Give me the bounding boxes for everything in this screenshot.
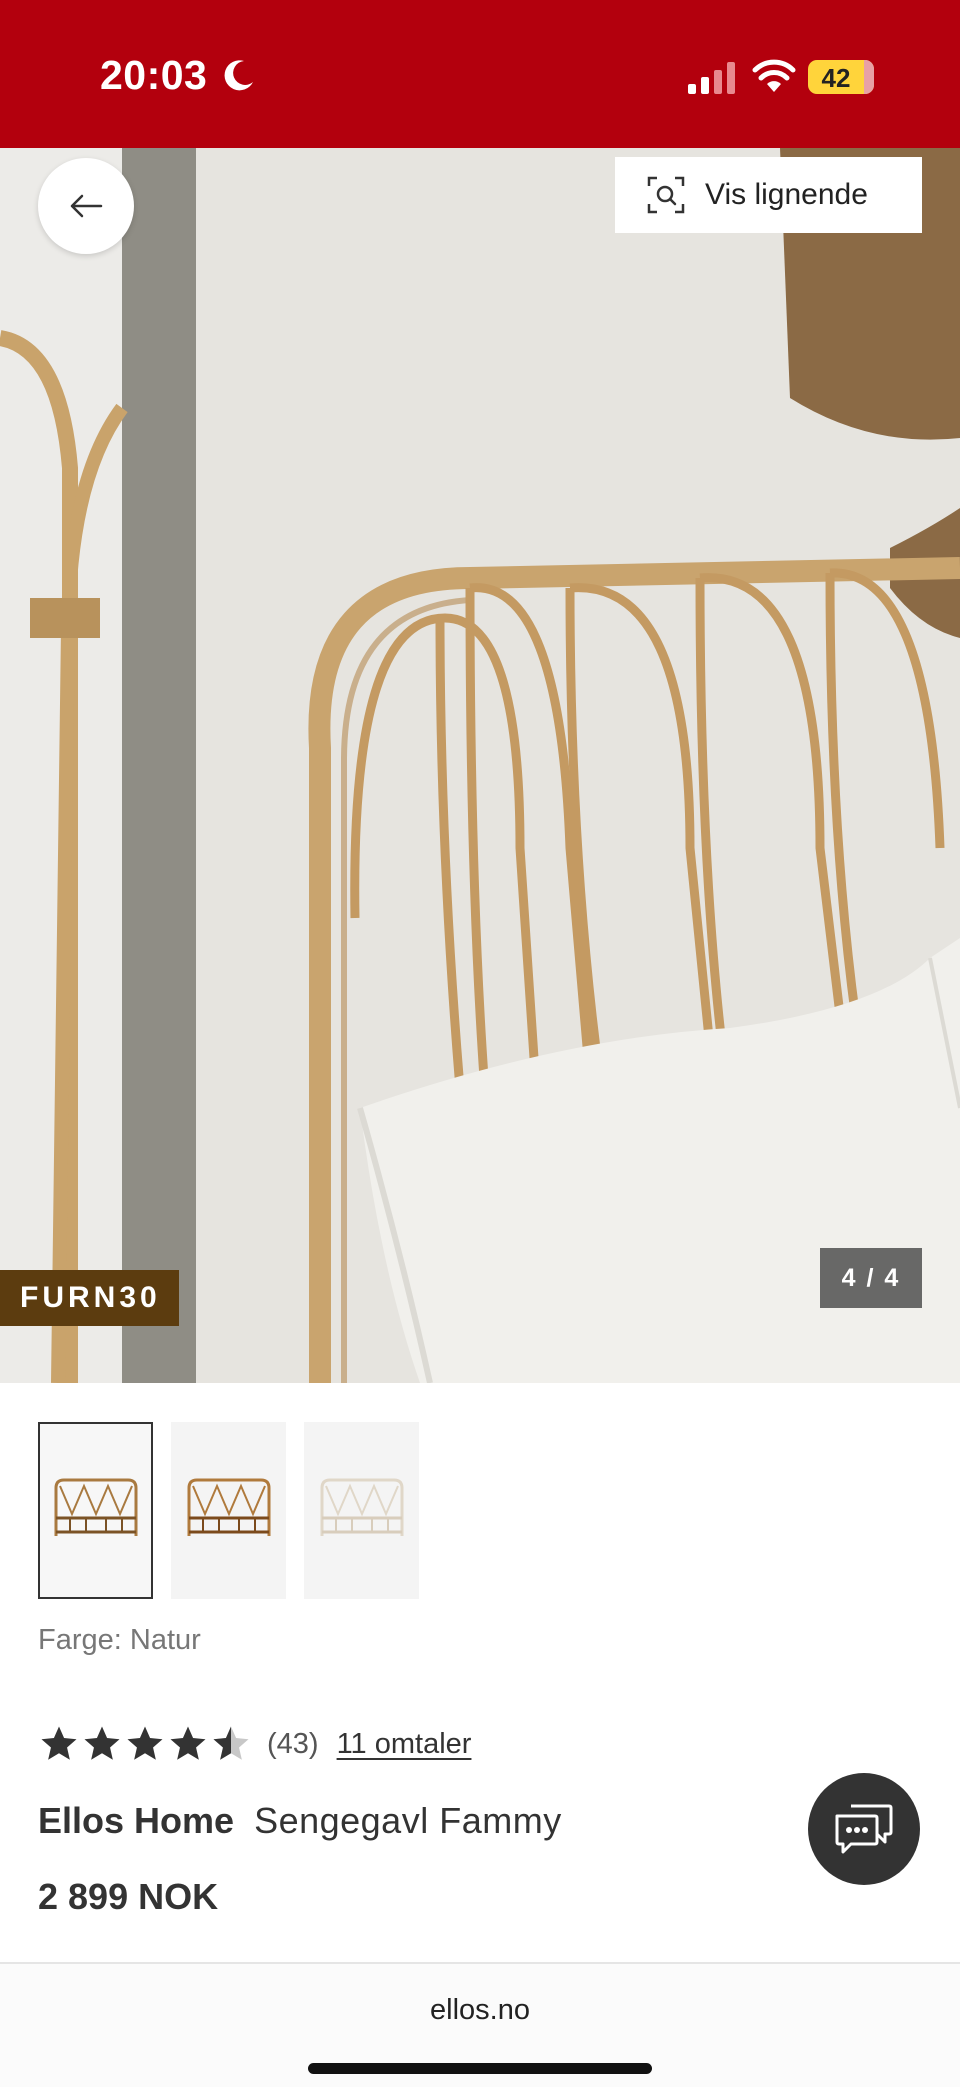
moon-icon	[224, 60, 253, 91]
chat-button[interactable]	[808, 1773, 920, 1885]
headboard-thumbnail-image	[320, 1478, 403, 1536]
browser-address-bar[interactable]: ellos.no	[0, 1962, 960, 2087]
thumbnail-strip	[38, 1422, 437, 1599]
star-icon	[41, 1726, 77, 1760]
visual-search-icon	[647, 176, 685, 214]
status-time: 20:03	[100, 52, 208, 98]
thumbnail-3[interactable]	[304, 1422, 419, 1599]
reviews-link[interactable]: 11 omtaler	[337, 1728, 472, 1761]
rating-row: (43) 11 omtaler	[38, 1722, 471, 1766]
thumbnail-2[interactable]	[171, 1422, 286, 1599]
signal-icon	[688, 62, 735, 94]
show-similar-button[interactable]: Vis lignende	[615, 157, 922, 233]
star-icon	[127, 1726, 163, 1760]
status-bar: 20:03 42	[0, 0, 960, 148]
star-icon	[84, 1726, 120, 1760]
star-rating	[38, 1723, 253, 1765]
battery-level: 42	[821, 63, 851, 93]
product-name: Sengegavl Fammy	[254, 1800, 562, 1841]
headboard-thumbnail-image	[187, 1478, 270, 1536]
headboard-thumbnail-image	[54, 1478, 137, 1536]
star-icon	[170, 1726, 206, 1760]
promo-code-label: FURN30	[20, 1281, 161, 1314]
product-image-gallery[interactable]: Vis lignende FURN30 4 / 4	[0, 148, 960, 1383]
product-photo	[0, 148, 960, 1383]
image-counter: 4 / 4	[820, 1248, 922, 1308]
chat-bubbles-icon	[835, 1804, 893, 1854]
show-similar-label: Vis lignende	[705, 178, 868, 211]
rating-count: (43)	[267, 1727, 319, 1760]
back-button[interactable]	[38, 158, 134, 254]
brand-name[interactable]: Ellos Home	[38, 1800, 234, 1842]
product-title: Ellos Home Sengegavl Fammy	[38, 1800, 562, 1842]
promo-code-badge: FURN30	[0, 1270, 179, 1326]
image-counter-label: 4 / 4	[841, 1263, 901, 1292]
battery-icon: 42	[808, 60, 874, 94]
product-price: 2 899 NOK	[38, 1876, 219, 1917]
back-arrow-icon	[70, 194, 103, 218]
home-indicator[interactable]	[308, 2063, 652, 2074]
wifi-icon	[752, 59, 796, 92]
color-label: Farge: Natur	[38, 1624, 201, 1656]
url-text[interactable]: ellos.no	[0, 1994, 960, 2027]
half-star-icon	[213, 1726, 249, 1760]
thumbnail-1[interactable]	[38, 1422, 153, 1599]
